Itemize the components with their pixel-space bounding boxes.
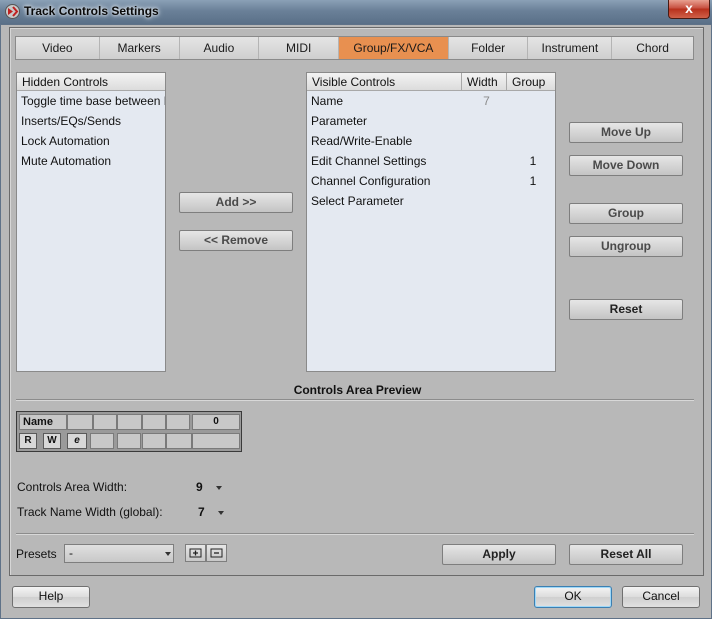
- list-item[interactable]: Lock Automation: [17, 131, 165, 151]
- tab-midi[interactable]: MIDI: [259, 37, 340, 59]
- presets-dropdown[interactable]: -: [64, 544, 174, 563]
- ok-button[interactable]: OK: [534, 586, 612, 608]
- cancel-button[interactable]: Cancel: [622, 586, 700, 608]
- preview-slot: [117, 433, 141, 449]
- add-button[interactable]: Add >>: [179, 192, 293, 213]
- preview-slot: [142, 433, 166, 449]
- preview-slot: [192, 433, 240, 449]
- divider: [16, 399, 694, 400]
- chevron-down-icon[interactable]: [218, 511, 224, 515]
- preview-slot: [166, 433, 192, 449]
- hidden-controls-list[interactable]: Hidden Controls Toggle time base between…: [16, 72, 166, 372]
- help-button[interactable]: Help: [12, 586, 90, 608]
- preview-slot: [67, 414, 93, 430]
- tab-markers[interactable]: Markers: [99, 37, 180, 59]
- move-up-button[interactable]: Move Up: [569, 122, 683, 143]
- reset-all-button[interactable]: Reset All: [569, 544, 683, 565]
- table-row[interactable]: Select Parameter: [307, 191, 555, 211]
- visible-controls-header: Visible Controls Width Group: [307, 73, 555, 91]
- table-row[interactable]: Parameter: [307, 111, 555, 131]
- list-item[interactable]: Inserts/EQs/Sends: [17, 111, 165, 131]
- apply-button[interactable]: Apply: [442, 544, 556, 565]
- tab-instrument[interactable]: Instrument: [528, 37, 613, 59]
- preview-slot: [93, 414, 117, 430]
- track-name-width-value[interactable]: 7: [198, 505, 205, 519]
- preview-slot: [117, 414, 142, 430]
- chevron-down-icon: [165, 552, 171, 556]
- group-button[interactable]: Group: [569, 203, 683, 224]
- remove-button[interactable]: << Remove: [179, 230, 293, 251]
- preview-number-field: 0: [192, 414, 240, 430]
- controls-area-width-value[interactable]: 9: [196, 480, 203, 494]
- preview-edit-button: e: [67, 433, 87, 449]
- table-row[interactable]: Edit Channel Settings 1: [307, 151, 555, 171]
- preview-slot: [166, 414, 190, 430]
- tab-bar: Video Markers Audio MIDI Group/FX/VCA Fo…: [15, 36, 694, 60]
- reset-button[interactable]: Reset: [569, 299, 683, 320]
- controls-area-width-label: Controls Area Width:: [17, 480, 128, 494]
- delete-preset-icon: [210, 548, 223, 558]
- table-row[interactable]: Name 7: [307, 91, 555, 111]
- move-down-button[interactable]: Move Down: [569, 155, 683, 176]
- preview-read-button: R: [19, 433, 37, 449]
- hidden-controls-header: Hidden Controls: [17, 73, 165, 91]
- tab-group-fx-vca[interactable]: Group/FX/VCA: [339, 37, 449, 59]
- save-preset-icon: [189, 548, 202, 558]
- visible-controls-list[interactable]: Visible Controls Width Group Name 7 Para…: [306, 72, 556, 372]
- table-row[interactable]: Read/Write-Enable: [307, 131, 555, 151]
- presets-label: Presets: [16, 547, 57, 561]
- group-column-header[interactable]: Group: [507, 73, 555, 90]
- preview-write-button: W: [43, 433, 61, 449]
- width-column-header[interactable]: Width: [462, 73, 507, 90]
- controls-area-preview-title: Controls Area Preview: [293, 383, 422, 397]
- preview-slot: [142, 414, 166, 430]
- tab-chord[interactable]: Chord: [612, 37, 693, 59]
- delete-preset-button[interactable]: [206, 544, 227, 562]
- list-item[interactable]: Mute Automation: [17, 151, 165, 171]
- preview-name-field: Name: [19, 414, 67, 430]
- tab-video[interactable]: Video: [16, 37, 100, 59]
- window-title: Track Controls Settings: [24, 4, 159, 18]
- close-window-button[interactable]: x: [668, 0, 710, 19]
- presets-value: -: [69, 546, 73, 560]
- track-name-width-label: Track Name Width (global):: [17, 505, 163, 519]
- divider: [16, 533, 694, 534]
- tab-folder[interactable]: Folder: [448, 37, 529, 59]
- tab-audio[interactable]: Audio: [179, 37, 260, 59]
- table-row[interactable]: Channel Configuration 1: [307, 171, 555, 191]
- controls-area-preview: Name 0 R W e: [16, 411, 242, 452]
- visible-controls-column-header[interactable]: Visible Controls: [307, 73, 462, 90]
- cubase-app-icon: [5, 4, 20, 19]
- chevron-down-icon[interactable]: [216, 486, 222, 490]
- ungroup-button[interactable]: Ungroup: [569, 236, 683, 257]
- title-bar: Track Controls Settings x: [0, 0, 712, 24]
- preview-slot: [90, 433, 114, 449]
- list-item[interactable]: Toggle time base between Musical and Lin…: [17, 91, 165, 111]
- save-preset-button[interactable]: [185, 544, 206, 562]
